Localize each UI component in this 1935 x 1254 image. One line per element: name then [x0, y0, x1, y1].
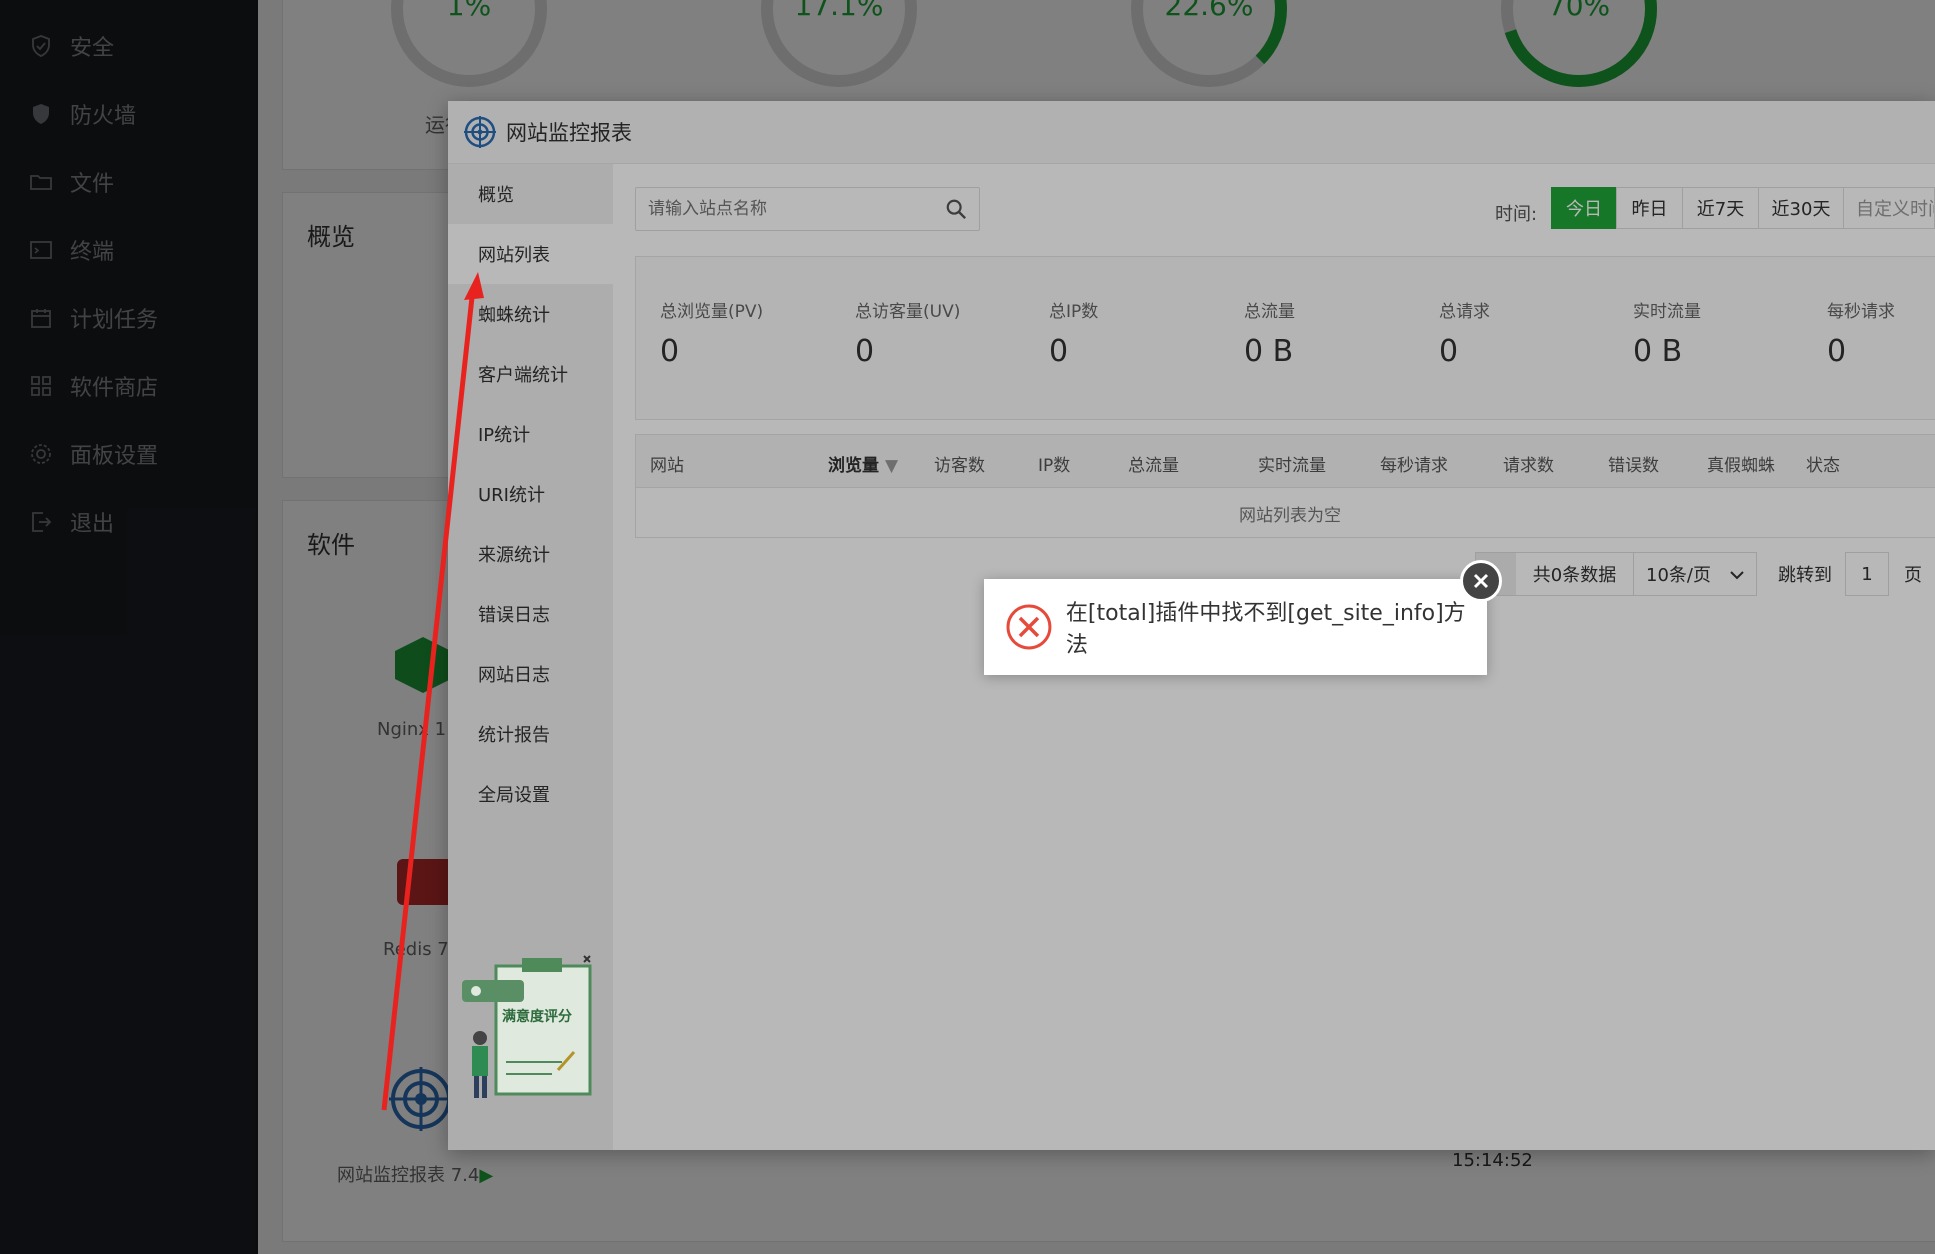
- error-toast: 在[total]插件中找不到[get_site_info]方法: [984, 579, 1487, 675]
- error-x-icon: [1006, 604, 1052, 650]
- annotation-arrow: [381, 272, 484, 1111]
- toast-close-button[interactable]: [1460, 560, 1502, 602]
- error-message: 在[total]插件中找不到[get_site_info]方法: [1065, 601, 1466, 658]
- close-icon: [1473, 573, 1489, 589]
